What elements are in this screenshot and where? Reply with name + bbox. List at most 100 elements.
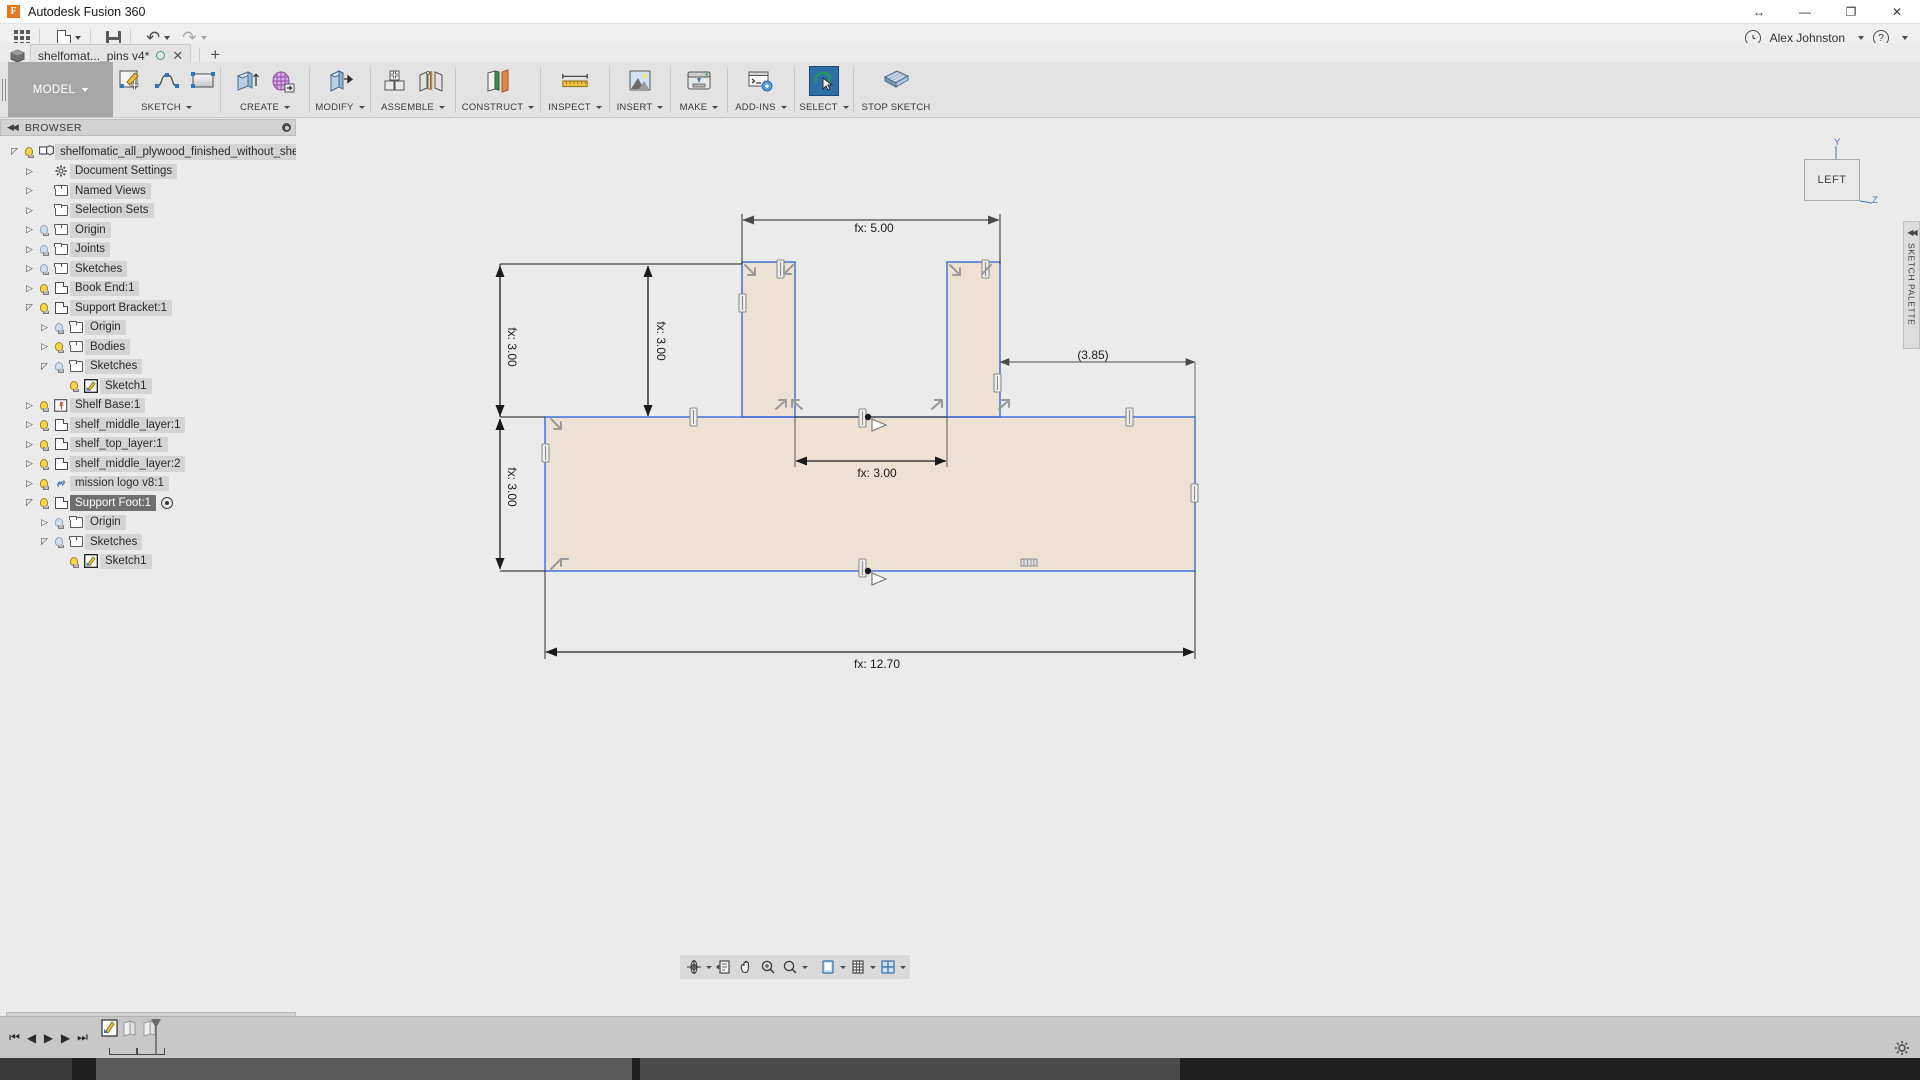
- dimension-top-width[interactable]: fx: 5.00: [742, 214, 1000, 264]
- tree-item-shelfomatic-all-plywood-finished-without-shelf-p[interactable]: ◸shelfomatic_all_plywood_finished_withou…: [0, 142, 296, 162]
- visibility-bulb-icon[interactable]: [51, 342, 67, 351]
- tree-item-sketch1[interactable]: Sketch1: [0, 552, 296, 572]
- maximize-button[interactable]: ❐: [1828, 0, 1874, 24]
- chevron-down-icon[interactable]: [1902, 36, 1908, 40]
- ribbon-group-label[interactable]: INSPECT: [548, 102, 602, 113]
- hand-icon[interactable]: [736, 957, 756, 977]
- tree-item-sketch1[interactable]: Sketch1: [0, 376, 296, 396]
- visibility-bulb-icon[interactable]: [66, 381, 82, 390]
- scripts-addins-icon[interactable]: [746, 66, 776, 96]
- tree-item-origin[interactable]: ▷Origin: [0, 318, 296, 338]
- new-component-icon[interactable]: [380, 66, 410, 96]
- spline-icon[interactable]: [152, 66, 182, 96]
- visibility-bulb-icon[interactable]: [36, 479, 52, 488]
- visibility-bulb-icon[interactable]: [36, 420, 52, 429]
- tree-item-sketches[interactable]: ◸Sketches: [0, 357, 296, 377]
- visibility-bulb-icon[interactable]: [36, 498, 52, 507]
- expand-arrow-down-icon[interactable]: ◸: [8, 146, 21, 157]
- timeline-feature-sketch[interactable]: [101, 1019, 118, 1039]
- ribbon-group-label[interactable]: MODIFY: [315, 102, 364, 113]
- tree-item-joints[interactable]: ▷Joints: [0, 240, 296, 260]
- ribbon-group-label[interactable]: STOP SKETCH: [862, 102, 931, 113]
- play-icon[interactable]: ▶: [40, 1026, 57, 1050]
- component-activate-icon[interactable]: [161, 497, 173, 509]
- tree-item-origin[interactable]: ▷Origin: [0, 513, 296, 533]
- visibility-bulb-icon[interactable]: [66, 557, 82, 566]
- extrude-icon[interactable]: [232, 66, 262, 96]
- expand-arrow-right-icon[interactable]: ▷: [23, 166, 36, 177]
- tree-item-mission-logo-v8-1[interactable]: ▷mission logo v8:1: [0, 474, 296, 494]
- expand-arrow-right-icon[interactable]: ▷: [23, 283, 36, 294]
- expand-arrow-right-icon[interactable]: ▷: [23, 224, 36, 235]
- tree-item-sketches[interactable]: ◸Sketches: [0, 532, 296, 552]
- expand-arrow-down-icon[interactable]: ◸: [38, 361, 51, 372]
- visibility-bulb-icon[interactable]: [51, 323, 67, 332]
- visibility-bulb-icon[interactable]: [21, 147, 37, 156]
- display-settings-icon[interactable]: [818, 957, 838, 977]
- visibility-bulb-icon[interactable]: [51, 537, 67, 546]
- expand-arrow-right-icon[interactable]: ▷: [23, 478, 36, 489]
- chevron-down-icon[interactable]: [706, 966, 712, 969]
- dimension-left-inner-height[interactable]: fx: 3.00: [648, 266, 668, 416]
- tree-item-shelf-middle-layer-2[interactable]: ▷shelf_middle_layer:2: [0, 454, 296, 474]
- expand-arrow-right-icon[interactable]: ▷: [23, 400, 36, 411]
- visibility-bulb-icon[interactable]: [51, 518, 67, 527]
- tree-item-document-settings[interactable]: ▷Document Settings: [0, 162, 296, 182]
- fix-constraint-icon[interactable]: [1021, 559, 1037, 566]
- joint-icon[interactable]: [416, 66, 446, 96]
- go-to-beginning-icon[interactable]: ⏮: [6, 1026, 23, 1050]
- step-back-icon[interactable]: ◀: [23, 1026, 40, 1050]
- insert-image-icon[interactable]: [625, 66, 655, 96]
- tree-item-shelf-top-layer-1[interactable]: ▷shelf_top_layer:1: [0, 435, 296, 455]
- chevron-down-icon[interactable]: [900, 966, 906, 969]
- go-to-end-icon[interactable]: ⏭: [74, 1026, 91, 1050]
- expand-arrow-right-icon[interactable]: ▷: [23, 205, 36, 216]
- orbit-icon[interactable]: [684, 957, 704, 977]
- visibility-bulb-icon[interactable]: [36, 459, 52, 468]
- navigation-bar[interactable]: [680, 955, 910, 979]
- ribbon-group-label[interactable]: CREATE: [240, 102, 290, 113]
- visibility-bulb-icon[interactable]: [36, 225, 52, 234]
- chevron-down-icon[interactable]: [164, 36, 170, 40]
- visibility-bulb-icon[interactable]: [36, 264, 52, 273]
- expand-arrow-right-icon[interactable]: ▷: [23, 439, 36, 450]
- minimize-button[interactable]: —: [1782, 0, 1828, 24]
- rectangle-icon[interactable]: [188, 66, 218, 96]
- tree-item-selection-sets[interactable]: ▷Selection Sets: [0, 201, 296, 221]
- viewports-icon[interactable]: [878, 957, 898, 977]
- ribbon-group-label[interactable]: MAKE: [680, 102, 719, 113]
- create-sketch-icon[interactable]: [116, 66, 146, 96]
- close-button[interactable]: ✕: [1874, 0, 1920, 24]
- expand-arrow-right-icon[interactable]: ▷: [23, 244, 36, 255]
- tree-item-named-views[interactable]: ▷Named Views: [0, 181, 296, 201]
- tree-item-shelf-base-1[interactable]: ▷Shelf Base:1: [0, 396, 296, 416]
- window-resize-icon[interactable]: ↔: [1736, 0, 1782, 24]
- tree-item-support-foot-1[interactable]: ◸Support Foot:1: [0, 493, 296, 513]
- ribbon-group-label[interactable]: SELECT: [799, 102, 848, 113]
- tree-item-bodies[interactable]: ▷Bodies: [0, 337, 296, 357]
- ribbon-group-label[interactable]: INSERT: [617, 102, 664, 113]
- chevron-down-icon[interactable]: [802, 966, 808, 969]
- look-at-icon[interactable]: [714, 957, 734, 977]
- tree-item-book-end-1[interactable]: ▷Book End:1: [0, 279, 296, 299]
- ribbon-group-label[interactable]: CONSTRUCT: [462, 102, 534, 113]
- collapse-left-icon[interactable]: ◀◀: [7, 122, 17, 133]
- expand-arrow-right-icon[interactable]: ▷: [38, 322, 51, 333]
- visibility-bulb-icon[interactable]: [36, 245, 52, 254]
- expand-arrow-right-icon[interactable]: ▷: [38, 517, 51, 528]
- tree-item-origin[interactable]: ▷Origin: [0, 220, 296, 240]
- expand-arrow-down-icon[interactable]: ◸: [23, 302, 36, 313]
- offset-plane-icon[interactable]: [483, 66, 513, 96]
- dimension-base-height[interactable]: fx: 3.00: [500, 419, 519, 569]
- chevron-down-icon[interactable]: [75, 36, 81, 40]
- ribbon-group-label[interactable]: ADD-INS: [735, 102, 786, 113]
- press-pull-icon[interactable]: [325, 66, 355, 96]
- fit-icon[interactable]: [780, 957, 800, 977]
- expand-arrow-right-icon[interactable]: ▷: [38, 341, 51, 352]
- step-forward-icon[interactable]: ▶: [57, 1026, 74, 1050]
- expand-arrow-right-icon[interactable]: ▷: [23, 419, 36, 430]
- browser-options-icon[interactable]: [282, 123, 291, 132]
- dimension-overall-width[interactable]: fx: 12.70: [545, 571, 1195, 671]
- chevron-down-icon[interactable]: [1858, 36, 1864, 40]
- dimension-left-outer-height[interactable]: fx: 3.00: [500, 266, 519, 416]
